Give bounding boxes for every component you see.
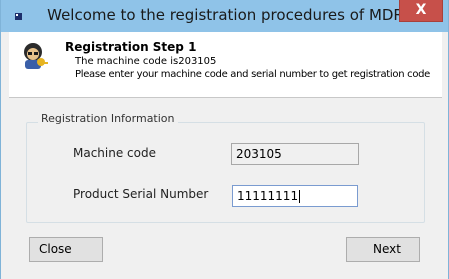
group-label: Registration Information <box>38 112 178 125</box>
text-caret <box>299 190 301 203</box>
close-button[interactable]: Close <box>29 237 103 262</box>
window-title: Welcome to the registration procedures o… <box>47 6 404 24</box>
next-button[interactable]: Next <box>346 237 420 262</box>
step-header: Registration Step 1 The machine code is2… <box>9 32 442 98</box>
machine-code-field: 203105 <box>231 143 359 165</box>
machine-code-info: The machine code is203105 <box>75 56 217 67</box>
serial-number-value: 11111111 <box>237 189 299 203</box>
machine-code-value: 203105 <box>236 147 282 161</box>
window-close-button[interactable]: X <box>399 0 443 22</box>
machine-code-label: Machine code <box>73 146 156 160</box>
serial-number-field[interactable]: 11111111 <box>232 185 358 207</box>
registration-info-group <box>26 122 425 223</box>
title-bar[interactable]: Welcome to the registration procedures o… <box>1 0 448 32</box>
serial-number-label: Product Serial Number <box>73 187 209 201</box>
instruction-text: Please enter your machine code and seria… <box>75 69 431 80</box>
registration-avatar-icon <box>19 40 49 70</box>
step-title: Registration Step 1 <box>65 40 197 54</box>
registration-dialog: Welcome to the registration procedures o… <box>0 0 449 279</box>
